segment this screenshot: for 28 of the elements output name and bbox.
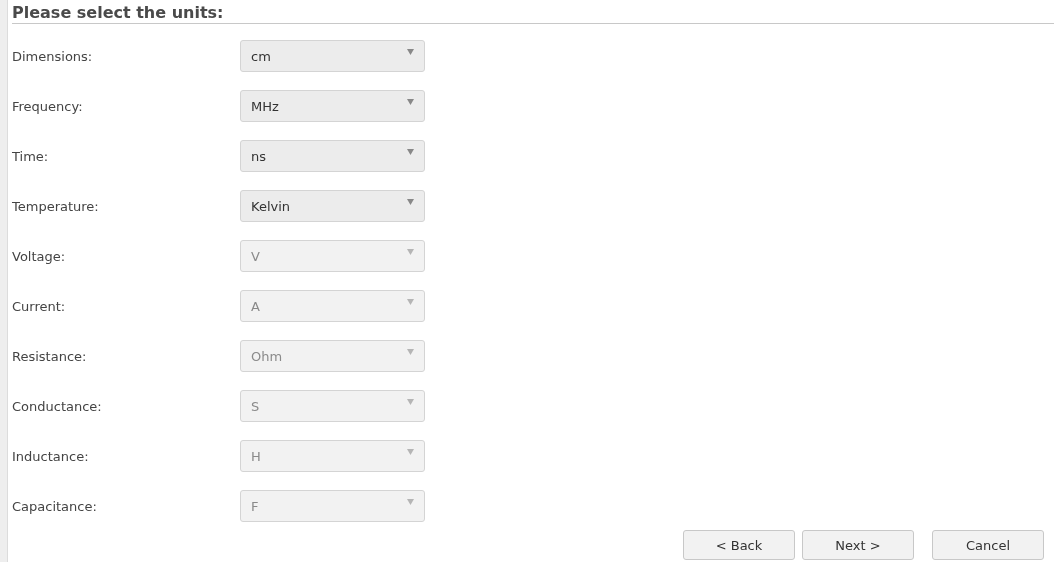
wizard-button[interactable]: Next > — [802, 530, 914, 560]
unit-dropdown[interactable]: ns — [240, 140, 425, 172]
caret-icon — [407, 349, 414, 355]
field-label: Temperature: — [12, 198, 100, 214]
caret-icon — [407, 499, 414, 505]
caret-icon — [407, 299, 414, 305]
field-label: Time: — [12, 148, 50, 164]
unit-dropdown[interactable]: MHz — [240, 90, 425, 122]
field-label: Dimensions: — [12, 48, 94, 64]
field-label: Frequency: — [12, 98, 84, 114]
caret-icon — [407, 199, 414, 205]
unit-dropdown[interactable]: cm — [240, 40, 425, 72]
field-label: Capacitance: — [12, 498, 98, 514]
wizard-button[interactable]: < Back — [683, 530, 795, 560]
caret-icon — [407, 149, 414, 155]
page-heading: Please select the units: — [12, 0, 1054, 24]
wizard-button[interactable]: Cancel — [932, 530, 1044, 560]
caret-icon — [407, 449, 414, 455]
caret-icon — [407, 399, 414, 405]
field-label: Conductance: — [12, 398, 103, 414]
caret-icon — [407, 49, 414, 55]
unit-dropdown[interactable]: Kelvin — [240, 190, 425, 222]
field-label: Inductance: — [12, 448, 90, 464]
field-label: Current: — [12, 298, 67, 314]
caret-icon — [407, 99, 414, 105]
field-label: Resistance: — [12, 348, 88, 364]
caret-icon — [407, 249, 414, 255]
field-label: Voltage: — [12, 248, 67, 264]
